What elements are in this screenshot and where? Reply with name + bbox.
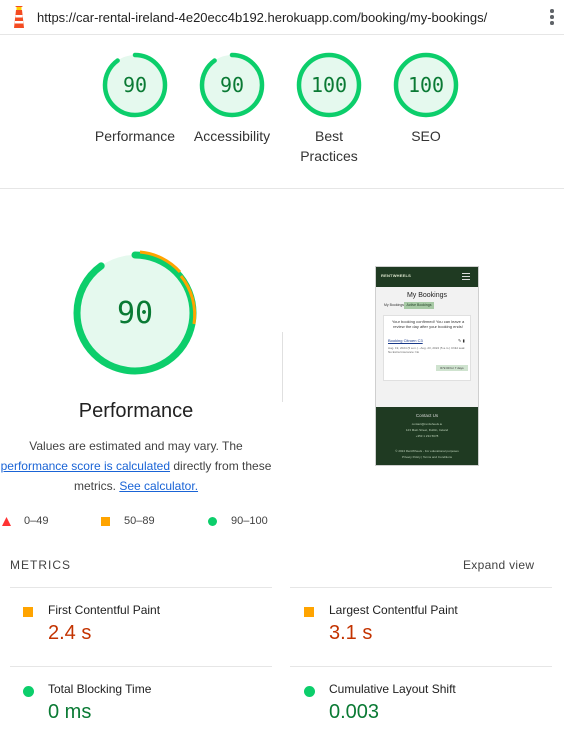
legend-pass: 90–100 bbox=[231, 515, 268, 527]
thumb-footer: Contact Us contact@rentwheels.ie 123 Mai… bbox=[376, 407, 478, 465]
metric-divider bbox=[290, 587, 552, 588]
description-text: Values are estimated and may vary. The bbox=[29, 439, 243, 453]
url-text[interactable]: https://car-rental-ireland-4e20ecc4b192.… bbox=[37, 10, 487, 25]
thumb-booking-card: Your booking confirmed! You can leave a … bbox=[383, 315, 471, 381]
metric-value: 2.4 s bbox=[48, 622, 92, 644]
metric-divider bbox=[290, 666, 552, 667]
gauge-score: 90 bbox=[123, 73, 147, 97]
thumb-logo: RENTWHEELS bbox=[381, 273, 411, 278]
score-calculated-link[interactable]: performance score is calculated bbox=[1, 459, 170, 473]
gauge-label: Accessibility bbox=[193, 128, 271, 144]
thumb-footer-email: contact@rentwheels.ie bbox=[411, 422, 443, 426]
seo-gauge-icon: 100 bbox=[393, 52, 459, 118]
performance-title: Performance bbox=[78, 400, 194, 422]
see-calculator-link[interactable]: See calculator. bbox=[119, 479, 198, 493]
metrics-heading: METRICS bbox=[10, 558, 71, 572]
kebab-menu-icon[interactable] bbox=[549, 9, 555, 29]
thumb-page-title: My Bookings bbox=[406, 292, 448, 299]
fail-triangle-icon bbox=[2, 517, 11, 526]
thumb-booking-link: Booking Citroen C3 bbox=[388, 338, 423, 343]
thumb-footer-phone: +353 1 234 5678 bbox=[415, 434, 439, 438]
thumb-tab-active-bookings: Active Bookings bbox=[404, 302, 434, 309]
thumb-footer-copyright: © 2024 RentWheels - For educational purp… bbox=[395, 449, 459, 453]
metric-divider bbox=[10, 587, 272, 588]
score-legend: 0–49 50–89 90–100 bbox=[0, 513, 290, 531]
metric-name: Largest Contentful Paint bbox=[329, 603, 458, 617]
pass-circle-icon bbox=[208, 517, 217, 526]
legend-fail: 0–49 bbox=[24, 515, 49, 527]
thumb-footer-heading: Contact Us bbox=[415, 413, 439, 418]
gauge-label: SEO bbox=[411, 128, 441, 144]
best-practices-gauge-icon: 100 bbox=[296, 52, 362, 118]
gauge-performance[interactable]: 90 Performance bbox=[85, 52, 185, 146]
gauge-score: 100 bbox=[311, 73, 347, 97]
vertical-divider bbox=[282, 332, 283, 402]
pass-circle-icon bbox=[23, 686, 34, 697]
metric-value: 0.003 bbox=[329, 701, 380, 723]
performance-description: Values are estimated and may vary. The p… bbox=[0, 436, 272, 496]
edit-delete-icons: ✎ ▮ bbox=[458, 338, 465, 343]
metric-divider bbox=[10, 666, 272, 667]
average-square-icon bbox=[23, 607, 33, 617]
thumb-footer-links: Privacy Policy | Terms and Conditions bbox=[401, 455, 453, 459]
gauge-label: Best Practices bbox=[300, 128, 358, 164]
gauge-best-practices[interactable]: 100 Best Practices bbox=[279, 52, 379, 166]
performance-score: 90 bbox=[117, 296, 153, 331]
gauge-label: Performance bbox=[94, 128, 176, 144]
gauge-score: 90 bbox=[220, 73, 244, 97]
accessibility-gauge-icon: 90 bbox=[199, 52, 265, 118]
average-square-icon bbox=[304, 607, 314, 617]
thumb-price: €72.00 for 7 days bbox=[436, 365, 468, 371]
address-bar: https://car-rental-ireland-4e20ecc4b192.… bbox=[0, 0, 564, 35]
thumb-tab-my-bookings: My Bookings bbox=[384, 303, 405, 307]
performance-gauge-icon: 90 bbox=[102, 52, 168, 118]
gauge-seo[interactable]: 100 SEO bbox=[376, 52, 476, 146]
metric-name: Total Blocking Time bbox=[48, 682, 152, 696]
gauge-accessibility[interactable]: 90 Accessibility bbox=[182, 52, 282, 146]
legend-average: 50–89 bbox=[124, 515, 155, 527]
expand-view-button[interactable]: Expand view bbox=[463, 558, 534, 572]
metric-value: 0 ms bbox=[48, 701, 92, 723]
thumb-header: RENTWHEELS bbox=[376, 267, 478, 287]
section-divider bbox=[0, 188, 564, 189]
hamburger-icon bbox=[462, 273, 470, 280]
category-gauges: 90 Performance 90 Accessibility 100 Best… bbox=[0, 40, 564, 180]
lighthouse-icon bbox=[14, 6, 24, 28]
average-square-icon bbox=[101, 517, 110, 526]
metric-name: First Contentful Paint bbox=[48, 603, 161, 617]
gauge-score: 100 bbox=[408, 73, 444, 97]
thumb-message: Your booking confirmed! You can leave a … bbox=[391, 319, 465, 329]
performance-big-gauge-icon: 90 bbox=[73, 250, 197, 375]
pass-circle-icon bbox=[304, 686, 315, 697]
thumb-dates: Aug. 19, 2024 (5 a.m.) - Aug. 23, 2024 (… bbox=[388, 346, 466, 354]
thumb-footer-address: 123 Main Street, Dublin, Ireland bbox=[405, 428, 449, 432]
page-screenshot-thumbnail[interactable]: RENTWHEELS My Bookings My Bookings Activ… bbox=[375, 266, 479, 466]
metric-name: Cumulative Layout Shift bbox=[329, 682, 456, 696]
metric-value: 3.1 s bbox=[329, 622, 373, 644]
